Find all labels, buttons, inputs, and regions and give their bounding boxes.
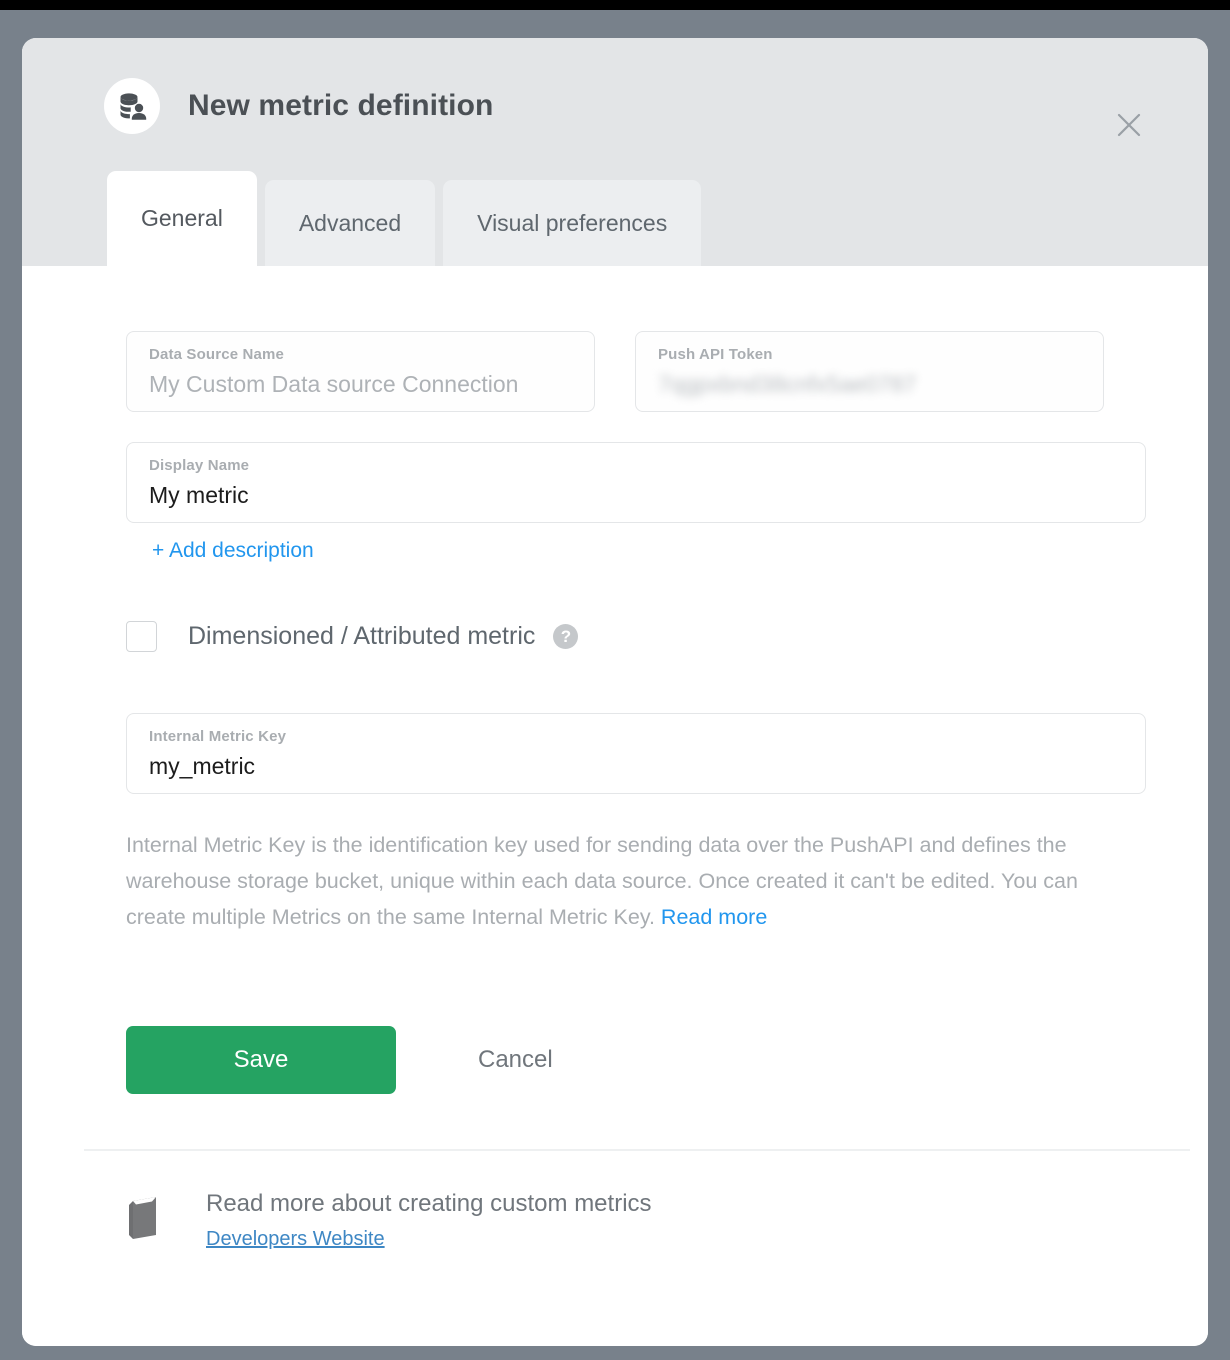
help-circle-glyph: ? xyxy=(560,626,572,646)
push-api-token-value: 7qgpxbnd38cnfx5ae0787 xyxy=(658,371,917,397)
dimensioned-metric-checkbox[interactable] xyxy=(126,621,157,652)
tab-general[interactable]: General xyxy=(107,171,257,266)
read-more-link[interactable]: Read more xyxy=(661,905,767,929)
modal-backdrop: New metric definition General Advanced V… xyxy=(0,10,1230,1360)
modal-header: New metric definition General Advanced V… xyxy=(22,38,1208,266)
data-source-name-value: My Custom Data source Connection xyxy=(149,371,519,397)
cancel-button[interactable]: Cancel xyxy=(478,1046,553,1074)
database-user-icon xyxy=(104,78,160,134)
footer-section: Read more about creating custom metrics … xyxy=(126,1189,1104,1251)
internal-metric-key-value: my_metric xyxy=(149,753,256,779)
tab-general-label: General xyxy=(141,205,223,231)
helper-text-body: Internal Metric Key is the identificatio… xyxy=(126,833,1078,929)
modal-body: Data Source Name My Custom Data source C… xyxy=(22,266,1208,1346)
push-api-token-field[interactable]: Push API Token 7qgpxbnd38cnfx5ae0787 xyxy=(635,331,1104,412)
data-source-name-field[interactable]: Data Source Name My Custom Data source C… xyxy=(126,331,595,412)
internal-metric-key-field[interactable]: Internal Metric Key my_metric xyxy=(126,713,1146,794)
tab-visual-preferences-label: Visual preferences xyxy=(477,209,668,236)
footer-title: Read more about creating custom metrics xyxy=(206,1190,652,1217)
tab-advanced-label: Advanced xyxy=(298,209,402,236)
internal-metric-key-help-text: Internal Metric Key is the identificatio… xyxy=(126,827,1141,935)
internal-metric-key-label: Internal Metric Key xyxy=(149,728,287,745)
add-description-link[interactable]: + Add description xyxy=(152,539,314,563)
modal-title-row: New metric definition xyxy=(104,78,493,134)
footer-divider xyxy=(84,1149,1190,1151)
new-metric-definition-modal: New metric definition General Advanced V… xyxy=(22,38,1208,1346)
push-api-token-label: Push API Token xyxy=(658,346,773,363)
data-source-name-label: Data Source Name xyxy=(149,346,284,363)
save-button[interactable]: Save xyxy=(126,1026,396,1094)
display-name-field[interactable]: Display Name My metric xyxy=(126,442,1146,523)
display-name-value: My metric xyxy=(149,482,249,508)
action-bar: Save Cancel xyxy=(126,1026,1104,1094)
developers-website-link[interactable]: Developers Website xyxy=(206,1228,385,1251)
display-name-label: Display Name xyxy=(149,457,250,474)
top-field-row: Data Source Name My Custom Data source C… xyxy=(126,331,1104,412)
general-tab-panel: Data Source Name My Custom Data source C… xyxy=(22,266,1208,1251)
tab-advanced[interactable]: Advanced xyxy=(264,180,436,266)
help-circle-icon[interactable]: ? xyxy=(553,624,579,649)
dimensioned-metric-label: Dimensioned / Attributed metric xyxy=(188,622,536,650)
book-icon xyxy=(126,1189,168,1246)
modal-title: New metric definition xyxy=(188,89,494,122)
tab-visual-preferences[interactable]: Visual preferences xyxy=(443,180,702,266)
dimensioned-metric-row: Dimensioned / Attributed metric ? xyxy=(126,621,1104,652)
tab-bar: General Advanced Visual preferences xyxy=(107,171,702,266)
close-icon[interactable] xyxy=(1112,108,1146,142)
footer-text-block: Read more about creating custom metrics … xyxy=(206,1189,652,1251)
